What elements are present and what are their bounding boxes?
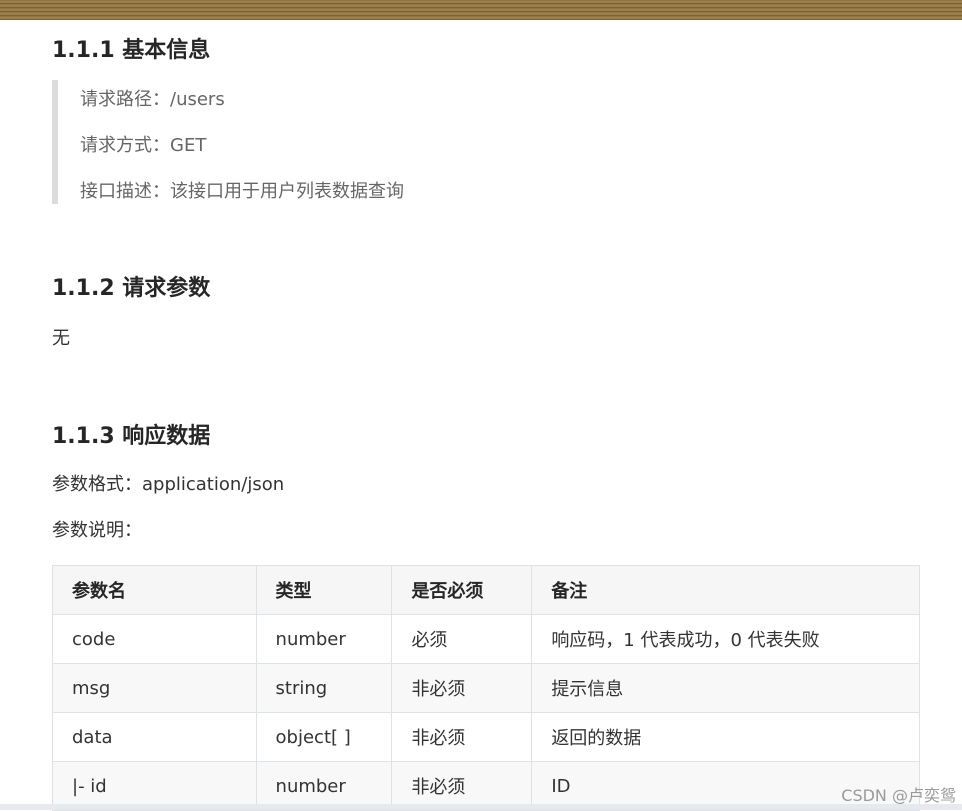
top-decorative-band xyxy=(0,0,962,20)
table-header-row: 参数名 类型 是否必须 备注 xyxy=(52,565,920,615)
request-params-none: 无 xyxy=(52,328,70,349)
response-format-line: 参数格式：application/json xyxy=(52,474,285,495)
request-path-line: 请求路径：/users xyxy=(80,89,225,110)
header-required: 是否必须 xyxy=(391,565,533,615)
cell-remark: 提示信息 xyxy=(531,663,920,713)
cell-param-name: data xyxy=(52,712,257,762)
cell-required: 非必须 xyxy=(391,663,533,713)
cell-type: object[ ] xyxy=(255,712,393,762)
section-title-basic-info: 1.1.1 基本信息 xyxy=(52,38,211,63)
bottom-scroll-band xyxy=(0,804,962,810)
csdn-watermark: CSDN @卢奕鸳 xyxy=(841,786,956,805)
request-method-line: 请求方式：GET xyxy=(80,135,207,156)
table-row: code number 必须 响应码，1 代表成功，0 代表失败 xyxy=(52,614,920,664)
cell-param-name: msg xyxy=(52,663,257,713)
section-title-response-data: 1.1.3 响应数据 xyxy=(52,424,211,449)
response-params-table: 参数名 类型 是否必须 备注 code number 必须 响应码，1 代表成功… xyxy=(52,565,920,811)
cell-remark: 返回的数据 xyxy=(531,712,920,762)
header-type: 类型 xyxy=(255,565,393,615)
table-row: msg string 非必须 提示信息 xyxy=(52,663,920,713)
cell-type: string xyxy=(255,663,393,713)
cell-type: number xyxy=(255,614,393,664)
section-title-request-params: 1.1.2 请求参数 xyxy=(52,276,211,301)
basic-info-blockquote: 请求路径：/users 请求方式：GET 接口描述：该接口用于用户列表数据查询 xyxy=(52,80,878,204)
table-row: data object[ ] 非必须 返回的数据 xyxy=(52,712,920,762)
header-remark: 备注 xyxy=(531,565,920,615)
cell-required: 必须 xyxy=(391,614,533,664)
header-param-name: 参数名 xyxy=(52,565,257,615)
response-params-label: 参数说明： xyxy=(52,520,142,541)
cell-required: 非必须 xyxy=(391,712,533,762)
api-description-line: 接口描述：该接口用于用户列表数据查询 xyxy=(80,181,404,202)
cell-param-name: code xyxy=(52,614,257,664)
cell-remark: 响应码，1 代表成功，0 代表失败 xyxy=(531,614,920,664)
